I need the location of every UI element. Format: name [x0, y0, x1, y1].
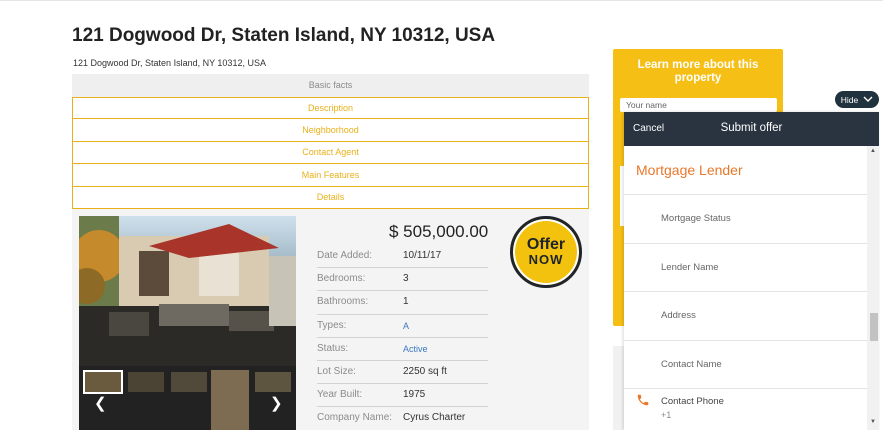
learn-more-heading: Learn more about this property — [637, 59, 759, 84]
fact-key: Company Name: — [317, 412, 393, 424]
contact-name-field[interactable]: Contact Name — [624, 341, 867, 390]
tab-contact-agent[interactable]: Contact Agent — [72, 141, 589, 164]
fact-row: Date Added: 10/11/17 — [317, 245, 488, 269]
submit-offer-panel: Submit offer Cancel Mortgage Lender Mort… — [624, 112, 879, 430]
page: 121 Dogwood Dr, Staten Island, NY 10312,… — [0, 0, 883, 430]
fact-row: Types: A — [317, 315, 488, 338]
panel-header: Submit offer Cancel — [624, 112, 879, 146]
scroll-down-icon[interactable]: ▼ — [870, 419, 876, 425]
tab-description[interactable]: Description — [72, 96, 589, 119]
property-address: 121 Dogwood Dr, Staten Island, NY 10312,… — [73, 58, 266, 68]
fact-row: Bedrooms: 3 — [317, 268, 488, 292]
fact-value: 10/11/17 — [403, 250, 442, 261]
contact-phone-field[interactable]: Contact Phone +1 — [624, 389, 867, 430]
fact-key: Types: — [317, 319, 347, 331]
fact-row: Year Built: 1975 — [317, 384, 488, 408]
tab-neighborhood[interactable]: Neighborhood — [72, 119, 589, 142]
fact-value: 1 — [403, 296, 409, 308]
fact-key: Date Added: — [317, 250, 373, 261]
fact-row: Bathrooms: 1 — [317, 291, 488, 315]
main-photo[interactable] — [79, 216, 296, 366]
tab-main-features[interactable]: Main Features — [72, 164, 589, 187]
scrollbar[interactable] — [867, 146, 879, 430]
field-label: Contact Name — [661, 358, 722, 370]
chevron-down-icon — [863, 96, 873, 102]
fact-row: Status: Active — [317, 338, 488, 361]
name-input[interactable]: Your name — [620, 98, 777, 112]
listing-price: $ 505,000.00 — [389, 222, 489, 241]
fact-key: Year Built: — [317, 389, 363, 401]
field-label: Lender Name — [661, 261, 719, 273]
hide-button[interactable]: Hide — [835, 91, 879, 108]
fact-row: Company Name: Cyrus Charter — [317, 407, 488, 430]
offer-badge-line1: Offer — [526, 236, 566, 253]
tab-basic-facts[interactable]: Basic facts — [72, 74, 589, 97]
offer-now-badge[interactable]: Offer NOW — [510, 216, 582, 288]
phone-country-code: +1 — [661, 410, 672, 421]
fact-value: 2250 sq ft — [403, 365, 447, 377]
field-label: Mortgage Status — [661, 213, 731, 224]
fact-key: Bedrooms: — [317, 273, 366, 285]
fact-value: Cyrus Charter — [403, 412, 466, 424]
thumbnail[interactable] — [171, 372, 207, 392]
field-label: Address — [661, 310, 696, 322]
thumbnail[interactable] — [128, 372, 164, 392]
fact-key: Bathrooms: — [317, 296, 369, 308]
field-label: Contact Phone — [661, 396, 724, 408]
lender-name-field[interactable]: Lender Name — [624, 244, 867, 293]
chevron-left-icon[interactable]: ❮ — [94, 394, 107, 412]
fact-value: 1975 — [403, 389, 426, 401]
top-border — [0, 0, 883, 1]
scrollbar-thumb[interactable] — [870, 313, 878, 341]
section-title: Mortgage Lender — [636, 162, 743, 178]
fact-key: Lot Size: — [317, 365, 356, 377]
fact-key: Status: — [317, 342, 349, 354]
tab-details[interactable]: Details — [72, 186, 589, 209]
fact-row: Lot Size: 2250 sq ft — [317, 361, 488, 385]
thumbnail-strip: ❮ ❯ — [79, 366, 296, 430]
panel-body: Mortgage Lender Mortgage Status Lender N… — [624, 146, 867, 430]
thumbnail[interactable] — [211, 370, 249, 430]
thumbnail[interactable] — [83, 370, 123, 394]
fact-value: 3 — [403, 273, 409, 285]
mortgage-status-field[interactable]: Mortgage Status — [624, 195, 867, 244]
patio-photo-image — [79, 216, 296, 366]
hide-label: Hide — [840, 94, 859, 105]
property-tabs: Basic facts Description Neighborhood Con… — [72, 74, 589, 209]
scroll-up-icon[interactable]: ▲ — [870, 148, 876, 154]
chevron-right-icon[interactable]: ❯ — [270, 394, 283, 412]
type-link[interactable]: A — [403, 321, 409, 331]
thumbnail[interactable] — [255, 372, 291, 392]
address-field[interactable]: Address — [624, 292, 867, 341]
cancel-button[interactable]: Cancel — [633, 123, 664, 134]
facts-list: Date Added: 10/11/17 Bedrooms: 3 Bathrooms… — [317, 245, 488, 430]
status-link[interactable]: Active — [403, 344, 428, 354]
offer-badge-line2: NOW — [528, 252, 564, 267]
property-title: 121 Dogwood Dr, Staten Island, NY 10312,… — [72, 25, 496, 46]
phone-icon — [637, 395, 649, 406]
